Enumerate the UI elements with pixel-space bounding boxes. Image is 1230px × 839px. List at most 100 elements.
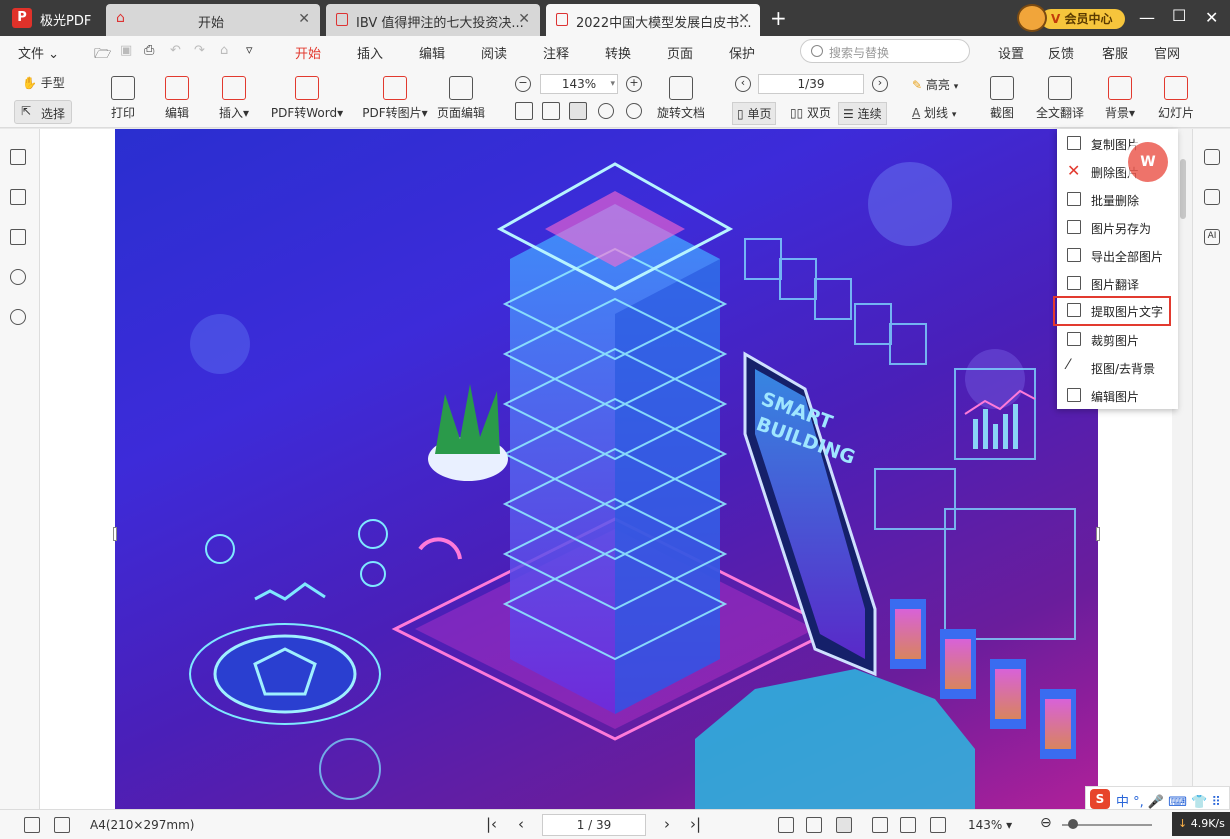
rotate-right-icon[interactable] (626, 103, 642, 119)
ctx-edit-image[interactable]: 编辑图片 (1057, 382, 1178, 410)
quick-access-dropdown-icon[interactable]: ▿ (246, 43, 253, 58)
menu-protect[interactable]: 保护 (729, 43, 755, 62)
menu-convert[interactable]: 转换 (605, 43, 631, 62)
edit-button[interactable]: 编辑 (160, 76, 194, 121)
zoom-out-icon[interactable]: ⊖ (1040, 815, 1052, 831)
menu-website[interactable]: 官网 (1154, 43, 1180, 62)
close-icon[interactable]: ✕ (298, 11, 310, 27)
continuous-button[interactable]: ☰ 连续 (838, 102, 887, 125)
thumbnails-icon[interactable] (10, 189, 26, 205)
close-window-icon[interactable]: ✕ (1205, 8, 1218, 27)
close-icon[interactable]: ✕ (738, 11, 750, 27)
strikethrough-button[interactable]: A 划线 ▾ (912, 104, 956, 121)
print-icon[interactable]: ⎙ (144, 43, 154, 58)
resize-handle-right[interactable] (1096, 527, 1100, 541)
menu-page[interactable]: 页面 (667, 43, 693, 62)
zoom-out-icon[interactable]: − (515, 76, 531, 92)
save-icon[interactable]: ▣ (120, 43, 132, 58)
menu-feedback[interactable]: 反馈 (1048, 43, 1074, 62)
resize-handle-left[interactable] (113, 527, 117, 541)
ctx-remove-background[interactable]: ⁄ 抠图/去背景 (1057, 354, 1178, 382)
undo-icon[interactable]: ↶ (170, 43, 181, 58)
continuous-view-icon[interactable] (900, 817, 916, 833)
page-layout-icon[interactable] (24, 817, 40, 833)
open-folder-icon[interactable]: 🗁 (94, 43, 111, 67)
fit-page-icon[interactable] (806, 817, 822, 833)
actual-size-icon[interactable] (515, 102, 533, 120)
zoom-in-icon[interactable]: + (626, 76, 642, 92)
page-edit-button[interactable]: 页面编辑 (436, 76, 486, 121)
rotate-document-button[interactable]: 旋转文档 (656, 76, 706, 121)
search-icon[interactable] (10, 269, 26, 285)
full-translate-button[interactable]: 全文翻译 (1034, 76, 1086, 121)
double-page-view-icon[interactable] (930, 817, 946, 833)
page-input[interactable]: 1/39 (758, 74, 864, 94)
double-page-button[interactable]: ▯▯ 双页 (790, 104, 831, 121)
ctx-batch-delete[interactable]: 批量删除 (1057, 186, 1178, 214)
fit-width-icon[interactable] (836, 817, 852, 833)
tab-document[interactable]: IBV 值得押注的七大投资决... ✕ (326, 4, 540, 36)
scrollbar-thumb[interactable] (1180, 159, 1186, 219)
ime-toolbar[interactable]: S 中 °, 🎤 ⌨ 👕 ⠿ (1085, 786, 1230, 810)
pdf-to-word-button[interactable]: PDF转Word▾ (268, 76, 346, 121)
ctx-export-all-images[interactable]: 导出全部图片 (1057, 242, 1178, 270)
highlight-button[interactable]: ✎ 高亮 ▾ (912, 76, 958, 93)
zoom-level[interactable]: 143% ▾ (968, 818, 1012, 832)
single-page-button[interactable]: ▯ 单页 (732, 102, 777, 125)
zoom-slider-knob[interactable] (1068, 819, 1078, 829)
tab-document-active[interactable]: 2022中国大模型发展白皮书... ✕ (546, 4, 760, 36)
fit-page-icon[interactable] (542, 102, 560, 120)
bookmark-icon[interactable] (10, 149, 26, 165)
ctx-translate-image[interactable]: 图片翻译 (1057, 270, 1178, 298)
prev-page-icon[interactable]: ‹ (735, 76, 751, 92)
search-input[interactable]: 搜索与替换 (800, 39, 970, 63)
ctx-save-image-as[interactable]: 图片另存为 (1057, 214, 1178, 242)
attachment-icon[interactable] (10, 309, 26, 325)
last-page-icon[interactable]: ›| (690, 815, 701, 833)
pdf-to-image-button[interactable]: PDF转图片▾ (358, 76, 432, 121)
menu-file[interactable]: 文件 ⌄ (18, 43, 59, 62)
menu-support[interactable]: 客服 (1102, 43, 1128, 62)
rotate-left-icon[interactable] (598, 103, 614, 119)
ctx-crop-image[interactable]: 裁剪图片 (1057, 326, 1178, 354)
tab-home[interactable]: ⌂ 开始 ✕ (106, 4, 320, 36)
document-image[interactable]: SMART BUILDING (115, 129, 1098, 809)
document-view[interactable]: SMART BUILDING (40, 129, 1172, 809)
chat-icon[interactable] (1204, 189, 1220, 205)
next-page-icon[interactable]: › (664, 815, 670, 833)
redo-icon[interactable]: ↷ (194, 43, 205, 58)
menu-edit[interactable]: 编辑 (419, 43, 445, 62)
print-button[interactable]: 打印 (106, 76, 140, 121)
zoom-select[interactable]: 143% ▾ (540, 74, 618, 94)
home-nav-icon[interactable]: ⌂ (220, 43, 228, 58)
maximize-icon[interactable]: ☐ (1172, 6, 1186, 25)
menu-annotate[interactable]: 注释 (543, 43, 569, 62)
screenshot-button[interactable]: 截图 (984, 76, 1020, 121)
export-page-icon[interactable] (54, 817, 70, 833)
fit-width-icon[interactable] (569, 102, 587, 120)
new-tab-button[interactable]: + (770, 6, 787, 30)
select-tool-button[interactable]: ⇱ 选择 (14, 100, 72, 124)
menu-settings[interactable]: 设置 (998, 43, 1024, 62)
sliders-icon[interactable] (1204, 149, 1220, 165)
next-page-icon[interactable]: › (872, 76, 888, 92)
background-button[interactable]: 背景▾ (1100, 76, 1140, 121)
w-floating-badge[interactable]: W (1128, 142, 1168, 182)
hand-tool-button[interactable]: ✋ 手型 (22, 74, 65, 91)
comment-icon[interactable] (10, 229, 26, 245)
ctx-extract-image-text[interactable]: 提取图片文字 (1053, 296, 1171, 326)
menu-start[interactable]: 开始 (295, 43, 322, 68)
first-page-icon[interactable]: |‹ (486, 815, 497, 833)
actual-size-icon[interactable] (778, 817, 794, 833)
menu-read[interactable]: 阅读 (481, 43, 507, 62)
menu-insert[interactable]: 插入 (357, 43, 383, 62)
close-icon[interactable]: ✕ (518, 11, 530, 27)
ai-icon[interactable]: AI (1204, 229, 1220, 245)
vip-center-button[interactable]: V 会员中心 (1017, 4, 1127, 32)
page-number-input[interactable]: 1 / 39 (542, 814, 646, 836)
minimize-icon[interactable]: — (1139, 8, 1155, 27)
slideshow-button[interactable]: 幻灯片 (1156, 76, 1196, 121)
single-page-view-icon[interactable] (872, 817, 888, 833)
prev-page-icon[interactable]: ‹ (518, 815, 524, 833)
insert-button[interactable]: 插入▾ (214, 76, 254, 121)
